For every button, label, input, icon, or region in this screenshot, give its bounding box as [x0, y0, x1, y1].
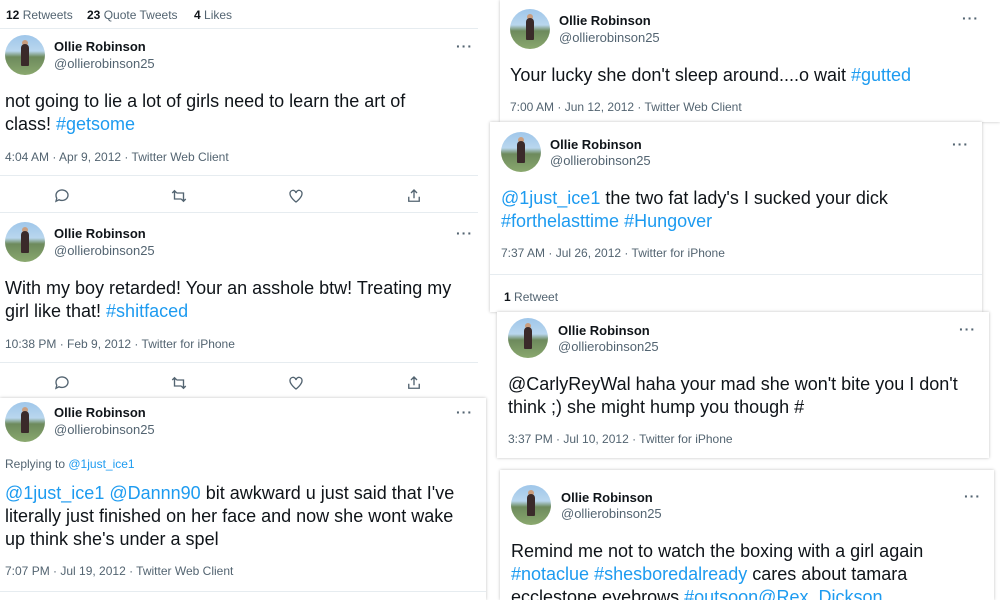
- mention-link[interactable]: @1just_ice1: [501, 188, 600, 208]
- user-handle[interactable]: @ollierobinson25: [54, 243, 155, 258]
- mention-link[interactable]: @Dannn90: [109, 483, 200, 503]
- reply-icon[interactable]: [53, 187, 73, 207]
- mention-link[interactable]: @Rex_Dickson: [758, 587, 882, 600]
- tweet-panel-6: Ollie Robinson @ollierobinson25 ··· @Car…: [497, 312, 989, 458]
- user-name[interactable]: Ollie Robinson: [550, 137, 642, 152]
- user-handle[interactable]: @ollierobinson25: [54, 422, 155, 437]
- avatar[interactable]: [510, 9, 550, 49]
- mention-link[interactable]: @1just_ice1: [5, 483, 104, 503]
- hashtag-link[interactable]: #notaclue: [511, 564, 589, 584]
- tweet-text: @1just_ice1 the two fat lady's I sucked …: [501, 188, 888, 231]
- user-name[interactable]: Ollie Robinson: [559, 13, 651, 28]
- user-handle[interactable]: @ollierobinson25: [559, 30, 660, 45]
- divider: [0, 591, 486, 592]
- tweet-text: @CarlyReyWal haha your mad she won't bit…: [508, 374, 958, 417]
- avatar[interactable]: [5, 402, 45, 442]
- tweet-text: With my boy retarded! Your an asshole bt…: [5, 278, 452, 321]
- hashtag-link[interactable]: #getsome: [56, 114, 135, 134]
- more-icon[interactable]: ···: [962, 10, 979, 26]
- retweet-stat[interactable]: 12 Retweets: [6, 8, 73, 22]
- user-handle[interactable]: @ollierobinson25: [54, 56, 155, 71]
- like-icon[interactable]: [287, 187, 307, 207]
- tweet-timestamp[interactable]: 7:07 PM · Jul 19, 2012 · Twitter Web Cli…: [5, 564, 233, 578]
- more-icon[interactable]: ···: [456, 38, 473, 54]
- retweet-icon[interactable]: [170, 374, 190, 394]
- tweet-panel-1: 12 Retweets 23 Quote Tweets 4 Likes Olli…: [0, 0, 478, 398]
- avatar[interactable]: [511, 485, 551, 525]
- hashtag-link[interactable]: #shitfaced: [106, 301, 188, 321]
- likes-stat[interactable]: 4 Likes: [194, 8, 232, 22]
- divider: [490, 274, 982, 275]
- hashtag-link[interactable]: #shesboredalready: [594, 564, 747, 584]
- tweet-actions: [0, 187, 478, 209]
- user-handle[interactable]: @ollierobinson25: [558, 339, 659, 354]
- avatar[interactable]: [5, 222, 45, 262]
- tweet-text: not going to lie a lot of girls need to …: [5, 91, 406, 134]
- like-icon[interactable]: [287, 374, 307, 394]
- tweet-timestamp[interactable]: 3:37 PM · Jul 10, 2012 · Twitter for iPh…: [508, 432, 733, 446]
- user-name[interactable]: Ollie Robinson: [558, 323, 650, 338]
- more-icon[interactable]: ···: [456, 225, 473, 241]
- reply-icon[interactable]: [53, 374, 73, 394]
- retweet-stat[interactable]: 1 Retweet: [504, 290, 558, 304]
- tweet-panel-4: Ollie Robinson @ollierobinson25 ··· Your…: [500, 0, 1000, 122]
- divider: [0, 175, 478, 176]
- tweet-text: Remind me not to watch the boxing with a…: [511, 540, 981, 600]
- user-name[interactable]: Ollie Robinson: [561, 490, 653, 505]
- tweet-panel-7: Ollie Robinson @ollierobinson25 ··· Remi…: [500, 470, 994, 600]
- share-icon[interactable]: [405, 187, 425, 207]
- hashtag-link[interactable]: #Hungover: [624, 211, 712, 231]
- tweet-actions: [0, 374, 478, 396]
- more-icon[interactable]: ···: [952, 136, 969, 152]
- replying-to: Replying to @1just_ice1: [5, 457, 135, 471]
- tweet-timestamp[interactable]: 4:04 AM · Apr 9, 2012 · Twitter Web Clie…: [5, 150, 229, 164]
- more-icon[interactable]: ···: [456, 404, 473, 420]
- hashtag-link[interactable]: #gutted: [851, 65, 911, 85]
- tweet-timestamp[interactable]: 10:38 PM · Feb 9, 2012 · Twitter for iPh…: [5, 337, 235, 351]
- tweet-panel-3: Ollie Robinson @ollierobinson25 ··· Repl…: [0, 398, 486, 600]
- reply-mention-link[interactable]: @1just_ice1: [68, 457, 134, 471]
- hashtag-link[interactable]: #forthelasttime: [501, 211, 619, 231]
- more-icon[interactable]: ···: [959, 321, 976, 337]
- tweet-timestamp[interactable]: 7:00 AM · Jun 12, 2012 · Twitter Web Cli…: [510, 100, 742, 114]
- tweet-panel-5: Ollie Robinson @ollierobinson25 ··· @1ju…: [490, 122, 982, 312]
- avatar[interactable]: [5, 35, 45, 75]
- user-name[interactable]: Ollie Robinson: [54, 39, 146, 54]
- more-icon[interactable]: ···: [964, 488, 981, 504]
- tweet-timestamp[interactable]: 7:37 AM · Jul 26, 2012 · Twitter for iPh…: [501, 246, 725, 260]
- retweet-icon[interactable]: [170, 187, 190, 207]
- share-icon[interactable]: [405, 374, 425, 394]
- hashtag-link[interactable]: #outsoon: [684, 587, 758, 600]
- avatar[interactable]: [508, 318, 548, 358]
- tweet-text: @1just_ice1 @Dannn90 bit awkward u just …: [5, 483, 455, 549]
- user-handle[interactable]: @ollierobinson25: [550, 153, 651, 168]
- user-handle[interactable]: @ollierobinson25: [561, 506, 662, 521]
- avatar[interactable]: [501, 132, 541, 172]
- quote-stat[interactable]: 23 Quote Tweets: [87, 8, 178, 22]
- divider: [0, 212, 478, 213]
- tweet-text: Your lucky she don't sleep around....o w…: [510, 65, 912, 85]
- user-name[interactable]: Ollie Robinson: [54, 226, 146, 241]
- user-name[interactable]: Ollie Robinson: [54, 405, 146, 420]
- divider: [0, 28, 478, 29]
- divider: [0, 362, 478, 363]
